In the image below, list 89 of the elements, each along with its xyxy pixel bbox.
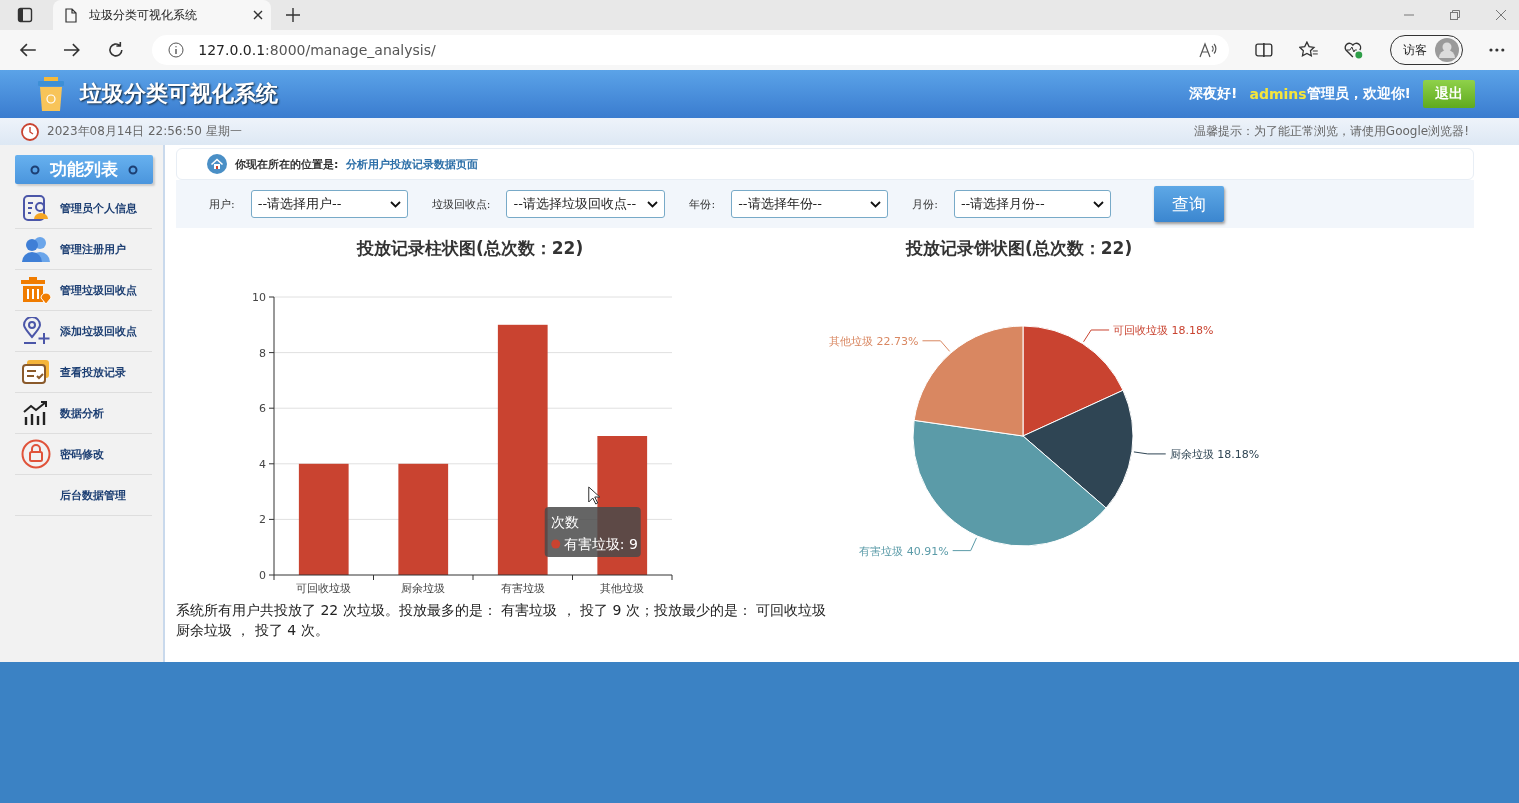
filter-select[interactable]: --请选择垃圾回收点--: [506, 190, 666, 218]
axis-tick-label: 4: [259, 457, 266, 471]
close-icon[interactable]: [253, 10, 263, 20]
axis-category-label: 厨余垃圾: [401, 582, 446, 595]
filter-select[interactable]: --请选择月份--: [953, 190, 1111, 218]
back-icon[interactable]: [19, 42, 37, 58]
tooltip: 次数 有害垃圾: 9: [544, 507, 641, 557]
address-bar[interactable]: 127.0.0.1:8000/manage_analysis/: [152, 35, 1229, 65]
filter-label: 月份:: [912, 196, 938, 212]
new-tab-icon[interactable]: [285, 7, 301, 23]
welcome-text: 管理员，欢迎你!: [1306, 85, 1411, 103]
current-page-link[interactable]: 分析用户投放记录数据页面: [346, 156, 479, 172]
page-icon: [65, 7, 77, 23]
summary-text: 系统所有用户共投放了 22 次垃圾。投放最多的是： 有害垃圾 ， 投了 9 次；投放最少的是： 可回收垃圾: [176, 601, 828, 620]
sidebar-item[interactable]: 查看投放记录: [60, 364, 126, 380]
browser-tab[interactable]: 垃圾分类可视化系统: [53, 0, 271, 30]
more-icon[interactable]: [1489, 48, 1505, 52]
sidebar-item[interactable]: 管理员个人信息: [60, 200, 137, 216]
split-screen-icon[interactable]: [1254, 42, 1273, 58]
dot-icon: [128, 164, 138, 175]
refresh-icon[interactable]: [106, 41, 125, 59]
tab-actions-icon[interactable]: [17, 7, 33, 23]
chevron-down-icon: [389, 200, 401, 208]
filter-label: 用户:: [209, 196, 235, 212]
location-label: 你现在所在的位置是:: [235, 156, 339, 172]
leader-line: [1083, 329, 1110, 343]
axis-category-label: 可回收垃圾: [296, 582, 352, 595]
dot-icon: [30, 164, 40, 175]
leader-line: [952, 537, 977, 552]
mouse-cursor-icon: [588, 486, 601, 505]
axis-tick-label: 0: [259, 569, 266, 582]
restore-icon[interactable]: [1449, 9, 1461, 21]
username: admins: [1249, 86, 1307, 102]
filter-select[interactable]: --请选择年份--: [731, 190, 889, 218]
filter-label: 年份:: [689, 196, 716, 212]
leader-line: [922, 340, 951, 352]
filter-select[interactable]: --请选择用户--: [250, 190, 408, 218]
slice-label: 可回收垃圾 18.18%: [1113, 324, 1214, 337]
trash-bin-icon: [38, 77, 64, 111]
axis-tick-label: 8: [259, 346, 266, 360]
chevron-down-icon: [1092, 200, 1104, 208]
profile-card-icon: [22, 194, 50, 222]
greeting-text: 深夜好!: [1189, 85, 1238, 103]
chart-title: 投放记录饼状图(总次数：22): [906, 237, 1133, 260]
forward-icon[interactable]: [62, 42, 81, 58]
summary-text: 厨余垃圾 ， 投了 4 次。: [176, 621, 330, 640]
pie-slice[interactable]: [1022, 325, 1124, 437]
pie-slice[interactable]: [1022, 389, 1134, 509]
leader-line: [1133, 451, 1167, 455]
axis-tick-label: 6: [259, 402, 266, 416]
filter-label: 垃圾回收点:: [431, 196, 491, 212]
slice-label: 厨余垃圾 18.18%: [1169, 447, 1260, 461]
chevron-down-icon: [870, 200, 882, 208]
favorites-icon[interactable]: [1298, 41, 1319, 59]
axis-category-label: 有害垃圾: [500, 582, 545, 595]
add-location-icon: [21, 317, 51, 345]
axis-tick-label: 10: [252, 291, 266, 304]
sidebar-item[interactable]: 密码修改: [60, 446, 104, 462]
bar[interactable]: [398, 463, 449, 575]
slice-label: 有害垃圾 40.91%: [859, 544, 949, 558]
browser-notice: 温馨提示：为了能正常浏览，请使用Google浏览器!: [1193, 123, 1469, 140]
slice-label: 其他垃圾 22.73%: [829, 334, 919, 348]
bar[interactable]: [497, 324, 548, 575]
chevron-down-icon: [647, 200, 659, 208]
chart-icon: [22, 400, 50, 426]
site-title: 垃圾分类可视化系统: [80, 80, 278, 108]
axis-category-label: 其他垃圾: [600, 582, 645, 595]
menu-heading-text: 功能列表: [50, 158, 118, 181]
pie-slice[interactable]: [912, 419, 1107, 547]
bar[interactable]: [298, 463, 349, 575]
series-label: 次数: [550, 514, 579, 530]
home-icon: [207, 154, 227, 174]
bin-location-icon: [20, 276, 52, 304]
axis-tick-label: 2: [259, 513, 266, 527]
sidebar-item[interactable]: 管理垃圾回收点: [60, 282, 137, 298]
sidebar-item[interactable]: 添加垃圾回收点: [60, 323, 137, 339]
heart-pulse-icon[interactable]: [1344, 41, 1365, 59]
sidebar-item[interactable]: 管理注册用户: [60, 241, 126, 257]
info-icon[interactable]: [168, 42, 185, 58]
chart-title: 投放记录柱状图(总次数：22): [357, 237, 584, 260]
sidebar-item[interactable]: 数据分析: [60, 405, 104, 421]
read-aloud-icon[interactable]: [1198, 42, 1217, 58]
date-time: 2023年08月14日 22:56:50 星期一: [47, 123, 242, 140]
avatar-icon: [1435, 38, 1460, 62]
records-icon: [21, 359, 51, 385]
users-icon: [21, 236, 51, 262]
clock-icon: [21, 122, 39, 141]
sidebar-item[interactable]: 后台数据管理: [60, 487, 126, 503]
lock-icon: [21, 439, 51, 469]
